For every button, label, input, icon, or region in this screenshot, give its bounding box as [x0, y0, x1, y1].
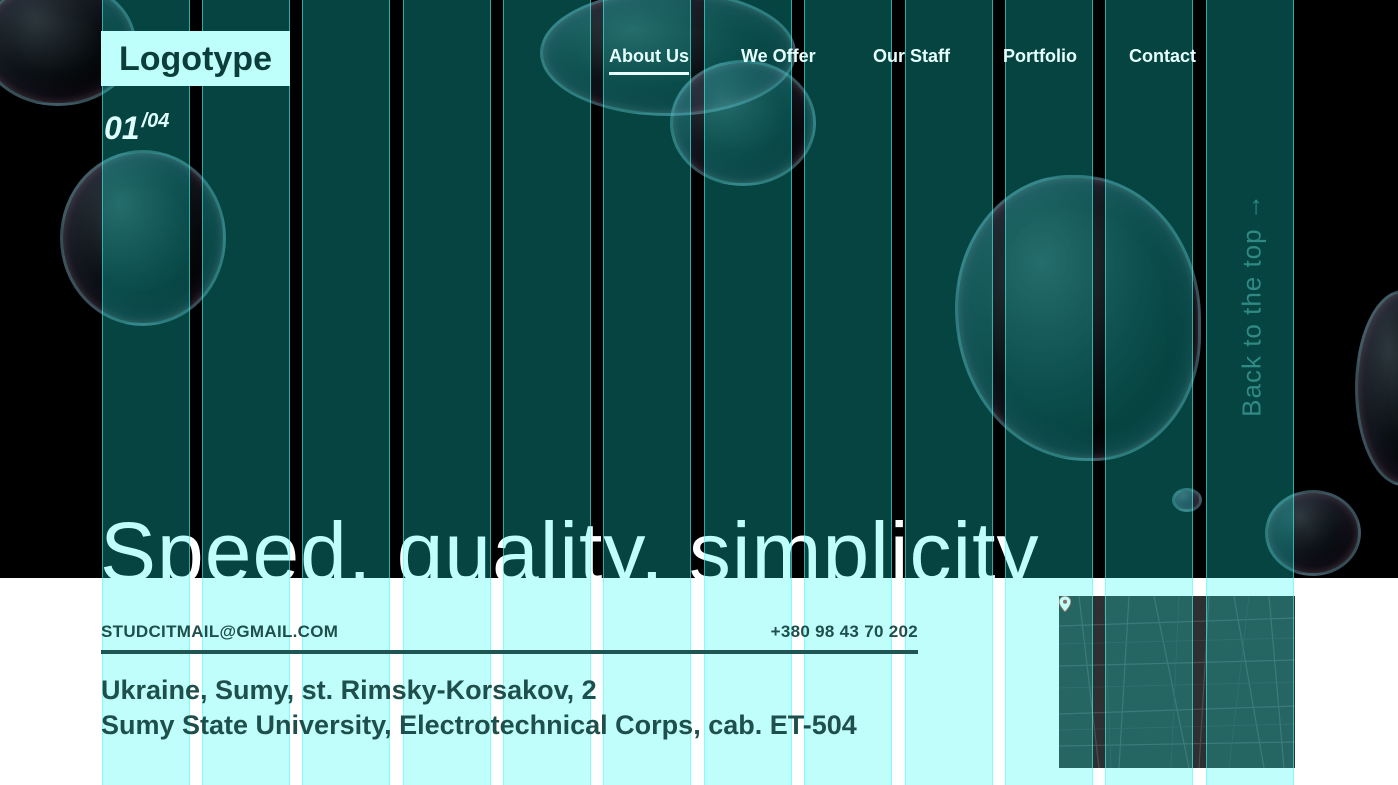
phone-link[interactable]: +380 98 43 70 202	[771, 622, 918, 642]
email-link[interactable]: STUDCITMAIL@GMAIL.COM	[101, 622, 338, 642]
bubble-image	[1355, 290, 1398, 486]
location-map[interactable]	[1059, 596, 1295, 768]
nav-item-we-offer[interactable]: We Offer	[741, 46, 816, 67]
hero-section: Speed, quality, simplicity	[0, 0, 1398, 578]
nav-item-contact[interactable]: Contact	[1129, 46, 1196, 67]
bubble-image	[60, 150, 226, 326]
nav-item-about-us[interactable]: About Us	[609, 46, 689, 75]
slide-current: 01	[104, 110, 140, 146]
map-streets	[1059, 596, 1295, 768]
slide-counter: 01/04	[104, 110, 169, 147]
slide-total: 04	[147, 110, 170, 132]
address-line-1: Ukraine, Sumy, st. Rimsky-Korsakov, 2	[101, 675, 597, 705]
nav-item-portfolio[interactable]: Portfolio	[1003, 46, 1077, 67]
bubble-image	[1265, 490, 1361, 576]
footer-contacts: STUDCITMAIL@GMAIL.COM +380 98 43 70 202 …	[0, 578, 1398, 785]
hero-title: Speed, quality, simplicity	[100, 505, 1040, 578]
nav-item-our-staff[interactable]: Our Staff	[873, 46, 950, 67]
contact-divider	[101, 650, 918, 654]
back-to-top-label: Back to the top →	[1236, 193, 1267, 417]
address-line-2: Sumy State University, Electrotechnical …	[101, 710, 857, 740]
page: Speed, quality, simplicity Logotype 01/0…	[0, 0, 1398, 785]
bubble-image	[955, 175, 1201, 461]
map-pin-icon	[1059, 596, 1071, 612]
main-nav: About Us We Offer Our Staff Portfolio Co…	[0, 46, 1398, 82]
back-to-top-link[interactable]: Back to the top →	[1232, 190, 1272, 420]
bubble-image	[1172, 488, 1202, 512]
